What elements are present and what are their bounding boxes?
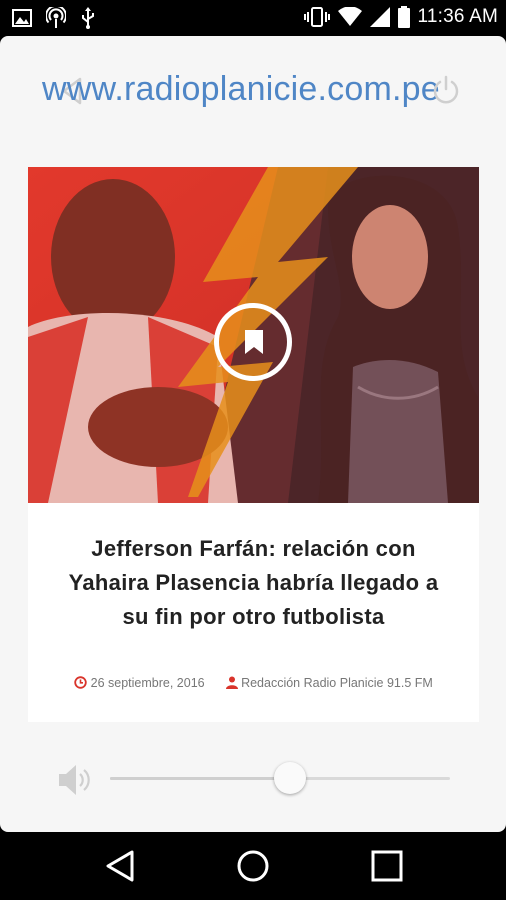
news-photo (28, 167, 479, 503)
bookmark-icon (245, 330, 263, 354)
status-bar: 11:36 AM (0, 0, 506, 36)
wifi-icon (337, 7, 362, 26)
news-author: Redacción Radio Planicie 91.5 FM (241, 676, 433, 690)
volume-control (0, 754, 506, 804)
battery-icon (397, 6, 410, 28)
player-card: www.radioplanicie.com.pe Jefferson Farfá… (0, 36, 506, 832)
news-meta: 26 septiembre, 2016 Redacción Radio Plan… (28, 672, 479, 694)
status-time: 11:36 AM (417, 6, 498, 27)
home-circle-icon[interactable] (233, 848, 273, 884)
news-item[interactable]: Jefferson Farfán: relación con Yahaira P… (28, 167, 479, 722)
bookmark-play-button[interactable] (214, 303, 292, 381)
app-screen: 11:36 AM www.radioplanicie.com.pe Jeffer… (0, 0, 506, 900)
news-title[interactable]: Jefferson Farfán: relación con Yahaira P… (28, 532, 479, 634)
volume-slider-thumb[interactable] (274, 762, 307, 794)
recents-square-icon[interactable] (367, 848, 407, 884)
site-header: www.radioplanicie.com.pe (0, 64, 506, 118)
usb-icon (82, 7, 94, 29)
vibrate-icon (303, 7, 330, 27)
user-icon (225, 676, 238, 689)
speaker-icon[interactable] (56, 762, 92, 798)
clock-icon (74, 676, 87, 689)
navigation-bar (0, 832, 506, 900)
image-notification-icon (12, 9, 32, 27)
news-date: 26 septiembre, 2016 (90, 676, 205, 690)
site-url-title: www.radioplanicie.com.pe (42, 70, 440, 108)
podcast-icon (46, 7, 66, 28)
volume-slider-fill (110, 777, 291, 780)
power-icon[interactable] (430, 74, 462, 106)
signal-icon (369, 7, 390, 27)
back-triangle-icon[interactable] (100, 848, 140, 884)
status-right-icons: 11:36 AM (303, 6, 498, 28)
status-left-icons (12, 7, 96, 29)
